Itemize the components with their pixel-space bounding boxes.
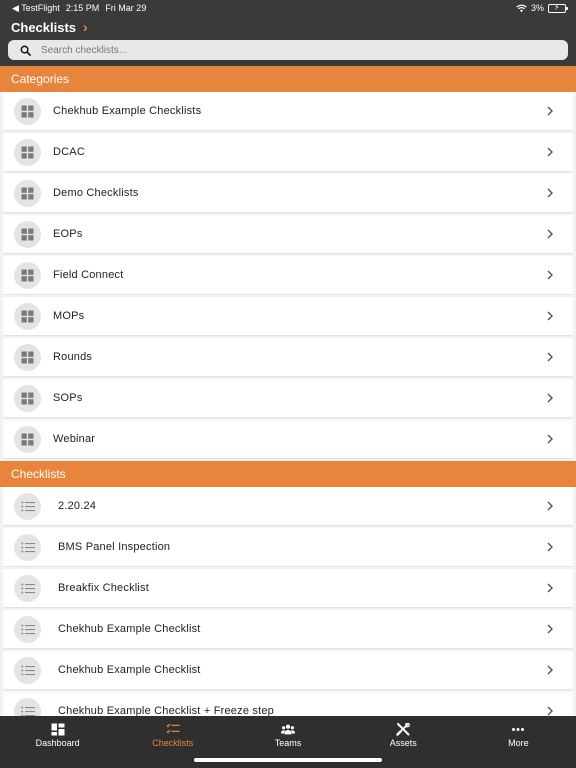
category-label: Field Connect xyxy=(53,269,124,281)
top-bar: ◀ TestFlight 2:15 PM Fri Mar 29 3% ⚡ Che… xyxy=(0,0,576,66)
page-title: Checklists xyxy=(11,19,77,35)
chevron-right-icon xyxy=(547,706,553,716)
checklist-label: Breakfix Checklist xyxy=(58,582,150,594)
tab-teams-label: Teams xyxy=(274,737,302,748)
category-label: DCAC xyxy=(53,146,85,158)
categories-header-label: Categories xyxy=(11,72,70,86)
status-date: Fri Mar 29 xyxy=(105,3,147,13)
grid-icon xyxy=(14,302,41,330)
category-label: Webinar xyxy=(53,433,96,445)
category-label: Chekhub Example Checklists xyxy=(53,105,202,117)
checklist-row[interactable]: Breakfix Checklist xyxy=(3,569,573,608)
dashboard-icon xyxy=(51,723,65,735)
category-row[interactable]: MOPs xyxy=(3,297,573,336)
category-row[interactable]: Chekhub Example Checklists xyxy=(3,92,573,131)
chevron-right-icon xyxy=(547,270,553,280)
grid-icon xyxy=(14,343,41,371)
category-label: EOPs xyxy=(53,228,83,240)
search-input[interactable] xyxy=(41,44,541,56)
checklists-header-label: Checklists xyxy=(11,467,66,481)
checklists-icon xyxy=(166,723,180,733)
nav-title-button[interactable]: Checklists › xyxy=(0,16,576,38)
tab-more-label: More xyxy=(508,737,529,748)
list-icon xyxy=(14,492,41,520)
status-time: 2:15 PM xyxy=(65,3,100,13)
tab-assets-label: Assets xyxy=(389,737,417,748)
assets-icon xyxy=(396,722,411,736)
checklist-label: Chekhub Example Checklist xyxy=(58,664,201,676)
list-icon xyxy=(14,574,41,602)
categories-list: Chekhub Example Checklists DCAC Demo Che… xyxy=(0,92,576,459)
chevron-right-icon xyxy=(547,624,553,634)
chevron-right-icon xyxy=(547,542,553,552)
tab-dashboard[interactable]: Dashboard xyxy=(0,716,115,754)
tab-bar: Dashboard Checklists Teams Assets More xyxy=(0,716,576,768)
chevron-right-icon: › xyxy=(83,19,88,35)
category-label: SOPs xyxy=(53,392,83,404)
chevron-right-icon xyxy=(547,665,553,675)
search-icon xyxy=(20,45,31,56)
tab-checklists-label: Checklists xyxy=(152,737,194,748)
category-label: Rounds xyxy=(53,351,93,363)
tab-dashboard-label: Dashboard xyxy=(35,737,80,748)
grid-icon xyxy=(14,261,41,289)
grid-icon xyxy=(14,138,41,166)
more-icon xyxy=(512,727,525,731)
checklist-row[interactable]: 2.20.24 xyxy=(3,487,573,526)
chevron-right-icon xyxy=(547,188,553,198)
checklist-row[interactable]: Chekhub Example Checklist + Freeze step xyxy=(3,692,573,716)
checklist-row[interactable]: Chekhub Example Checklist xyxy=(3,651,573,690)
wifi-icon xyxy=(516,4,527,12)
battery-icon: ⚡ xyxy=(548,3,568,13)
checklist-label: Chekhub Example Checklist + Freeze step xyxy=(58,705,274,716)
category-row[interactable]: SOPs xyxy=(3,379,573,418)
grid-icon xyxy=(14,384,41,412)
checklists-list: 2.20.24 BMS Panel Inspection Breakfix Ch… xyxy=(0,487,576,716)
checklist-label: 2.20.24 xyxy=(58,500,97,512)
chevron-right-icon xyxy=(547,434,553,444)
home-indicator[interactable] xyxy=(194,758,382,762)
list-icon xyxy=(14,697,41,716)
checklists-header: Checklists xyxy=(0,461,576,487)
list-icon xyxy=(14,615,41,643)
category-label: Demo Checklists xyxy=(53,187,139,199)
chevron-right-icon xyxy=(547,229,553,239)
checklist-label: Chekhub Example Checklist xyxy=(58,623,201,635)
grid-icon xyxy=(14,425,41,453)
chevron-right-icon xyxy=(547,352,553,362)
grid-icon xyxy=(14,179,41,207)
tab-checklists[interactable]: Checklists xyxy=(115,716,230,754)
battery-percent: 3% xyxy=(530,3,544,13)
category-row[interactable]: Demo Checklists xyxy=(3,174,573,213)
category-label: MOPs xyxy=(53,310,85,322)
category-row[interactable]: EOPs xyxy=(3,215,573,254)
categories-header: Categories xyxy=(0,66,576,92)
chevron-right-icon xyxy=(547,311,553,321)
tab-teams[interactable]: Teams xyxy=(230,716,345,754)
category-row[interactable]: Rounds xyxy=(3,338,573,377)
chevron-right-icon xyxy=(547,106,553,116)
back-to-app-link[interactable]: ◀ TestFlight xyxy=(12,3,60,14)
content-scroll[interactable]: Categories Chekhub Example Checklists DC… xyxy=(0,66,576,716)
list-icon xyxy=(14,533,41,561)
grid-icon xyxy=(14,220,41,248)
category-row[interactable]: Webinar xyxy=(3,420,573,459)
checklist-label: BMS Panel Inspection xyxy=(58,541,171,553)
category-row[interactable]: Field Connect xyxy=(3,256,573,295)
checklist-row[interactable]: BMS Panel Inspection xyxy=(3,528,573,567)
chevron-right-icon xyxy=(547,147,553,157)
chevron-right-icon xyxy=(547,501,553,511)
tab-assets[interactable]: Assets xyxy=(346,716,461,754)
grid-icon xyxy=(14,97,41,125)
teams-icon xyxy=(281,724,295,734)
chevron-right-icon xyxy=(547,583,553,593)
category-row[interactable]: DCAC xyxy=(3,133,573,172)
list-icon xyxy=(14,656,41,684)
status-bar: ◀ TestFlight 2:15 PM Fri Mar 29 3% ⚡ xyxy=(0,0,576,16)
tab-more[interactable]: More xyxy=(461,716,576,754)
search-bar[interactable] xyxy=(8,40,568,60)
checklist-row[interactable]: Chekhub Example Checklist xyxy=(3,610,573,649)
chevron-right-icon xyxy=(547,393,553,403)
